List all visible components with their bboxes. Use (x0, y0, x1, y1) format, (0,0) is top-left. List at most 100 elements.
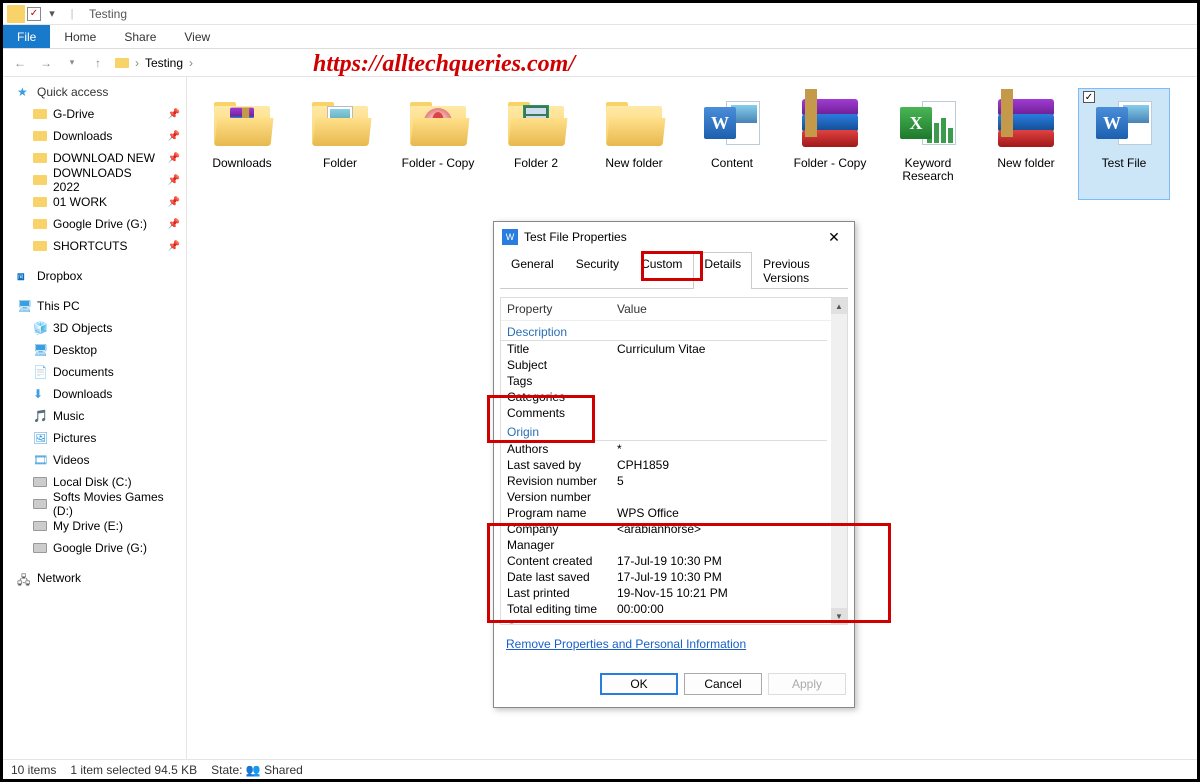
val-company[interactable]: <arabianhorse> (617, 522, 825, 536)
pin-icon: 📌 (168, 197, 180, 208)
prop-created: Content created (507, 554, 617, 568)
scroll-down-icon[interactable]: ▼ (831, 608, 847, 624)
cancel-button[interactable]: Cancel (684, 673, 762, 695)
sidebar-item[interactable]: 🖼Pictures (3, 427, 186, 449)
sidebar-item[interactable]: Downloads 📌 (3, 125, 186, 147)
sidebar-item[interactable]: 01 WORK 📌 (3, 191, 186, 213)
breadcrumb-folder[interactable]: Testing (145, 56, 183, 70)
file-label: Content (711, 157, 753, 170)
tab-custom[interactable]: Custom (630, 252, 693, 289)
status-bar: 10 items 1 item selected 94.5 KB State: … (3, 759, 1197, 779)
sidebar-item[interactable]: 🎵Music (3, 405, 186, 427)
file-icon: W (1092, 93, 1156, 153)
sidebar-quick-access-label: Quick access (37, 85, 108, 99)
sidebar-quick-access[interactable]: ★ Quick access (3, 81, 186, 103)
sidebar-item[interactable]: Softs Movies Games (D:) (3, 493, 186, 515)
tab-previous-versions[interactable]: Previous Versions (752, 252, 848, 289)
sidebar-item[interactable]: SHORTCUTS 📌 (3, 235, 186, 257)
file-item[interactable]: New folder (981, 89, 1071, 199)
sidebar-item[interactable]: 🖥Desktop (3, 339, 186, 361)
sidebar-item[interactable]: 🎞 Videos (3, 449, 186, 471)
val-program[interactable]: WPS Office (617, 506, 825, 520)
ribbon-tab-home[interactable]: Home (50, 25, 110, 48)
sidebar-item-label: Videos (53, 453, 89, 467)
sidebar-dropbox[interactable]: ⧈ Dropbox (3, 265, 186, 287)
breadcrumb-chevron-icon[interactable]: › (189, 56, 193, 70)
scrollbar[interactable]: ▲ ▼ (831, 298, 847, 624)
file-item[interactable]: X Keyword Research (883, 89, 973, 199)
selection-check-icon[interactable] (1083, 91, 1095, 103)
sidebar-item-label: Local Disk (C:) (53, 475, 132, 489)
sidebar-item[interactable]: DOWNLOADS 2022 📌 (3, 169, 186, 191)
library-folder-icon: 🎞 (33, 453, 47, 467)
scroll-up-icon[interactable]: ▲ (831, 298, 847, 314)
properties-listbox[interactable]: ▲ ▼ Property Value Description TitleCurr… (500, 297, 848, 625)
file-item[interactable]: Folder 2 (491, 89, 581, 199)
val-last-saved-by[interactable]: CPH1859 (617, 458, 825, 472)
apply-button[interactable]: Apply (768, 673, 846, 695)
file-item[interactable]: W Content (687, 89, 777, 199)
prop-subject: Subject (507, 358, 617, 372)
file-item[interactable]: Downloads (197, 89, 287, 199)
dialog-close-button[interactable]: ✕ (822, 229, 846, 246)
file-item[interactable]: Folder - Copy (393, 89, 483, 199)
dropbox-icon: ⧈ (17, 269, 31, 283)
sidebar-item[interactable]: 🧊3D Objects (3, 317, 186, 339)
prop-saved: Date last saved (507, 570, 617, 584)
val-editing-time[interactable]: 00:00:00 (617, 602, 825, 616)
file-item[interactable]: Folder - Copy (785, 89, 875, 199)
val-authors[interactable]: * (617, 442, 825, 456)
val-created[interactable]: 17-Jul-19 10:30 PM (617, 554, 825, 568)
tab-general[interactable]: General (500, 252, 565, 289)
watermark-url: https://alltechqueries.com/ (313, 51, 575, 78)
people-icon: 👥 (246, 763, 261, 777)
file-icon (308, 93, 372, 153)
sidebar-item[interactable]: Google Drive (G:) (3, 537, 186, 559)
prop-last-saved-by: Last saved by (507, 458, 617, 472)
sidebar-item[interactable]: Google Drive (G:) 📌 (3, 213, 186, 235)
tab-security[interactable]: Security (565, 252, 630, 289)
navigation-pane: ★ Quick access G-Drive 📌 Downloads 📌 DOW… (3, 77, 187, 759)
pin-icon: 📌 (168, 153, 180, 164)
prop-comments: Comments (507, 406, 617, 420)
sidebar-network[interactable]: 🖧 Network (3, 567, 186, 589)
sidebar-item-label: G-Drive (53, 107, 94, 121)
val-title[interactable]: Curriculum Vitae (617, 342, 825, 356)
prop-title: Title (507, 342, 617, 356)
nav-back-icon[interactable]: ← (11, 54, 29, 72)
qat-checkbox-icon[interactable]: ✓ (27, 7, 41, 21)
col-value: Value (617, 302, 825, 316)
breadcrumb[interactable]: › Testing › (115, 56, 193, 70)
ribbon-tab-file[interactable]: File (3, 25, 50, 48)
sidebar-item-label: Pictures (53, 431, 96, 445)
nav-up-icon[interactable]: ↑ (89, 54, 107, 72)
sidebar-item[interactable]: G-Drive 📌 (3, 103, 186, 125)
nav-forward-icon[interactable]: → (37, 54, 55, 72)
sidebar-this-pc[interactable]: 🖥 This PC (3, 295, 186, 317)
section-description: Description (507, 325, 567, 339)
tab-details[interactable]: Details (693, 252, 752, 289)
sidebar-item[interactable]: ⬇Downloads (3, 383, 186, 405)
sidebar-item[interactable]: 📄Documents (3, 361, 186, 383)
ribbon-tab-view[interactable]: View (170, 25, 224, 48)
file-label: Keyword Research (885, 157, 971, 183)
nav-recent-icon[interactable]: ▾ (63, 54, 81, 72)
file-item[interactable]: New folder (589, 89, 679, 199)
file-label: Downloads (212, 157, 271, 170)
sidebar-item-label: Downloads (53, 387, 112, 401)
val-saved[interactable]: 17-Jul-19 10:30 PM (617, 570, 825, 584)
val-revision[interactable]: 5 (617, 474, 825, 488)
ribbon-tab-share[interactable]: Share (110, 25, 170, 48)
remove-properties-link[interactable]: Remove Properties and Personal Informati… (500, 625, 752, 655)
sidebar-item[interactable]: My Drive (E:) (3, 515, 186, 537)
file-item[interactable]: Folder (295, 89, 385, 199)
val-printed[interactable]: 19-Nov-15 10:21 PM (617, 586, 825, 600)
file-item[interactable]: W Test File (1079, 89, 1169, 199)
qat-dropdown-icon[interactable]: ▾ (43, 5, 61, 23)
prop-manager: Manager (507, 538, 617, 552)
sidebar-item-label: Music (53, 409, 84, 423)
status-selection: 1 item selected 94.5 KB (70, 763, 197, 777)
ok-button[interactable]: OK (600, 673, 678, 695)
folder-icon (33, 109, 47, 119)
breadcrumb-chevron-icon[interactable]: › (135, 56, 139, 70)
